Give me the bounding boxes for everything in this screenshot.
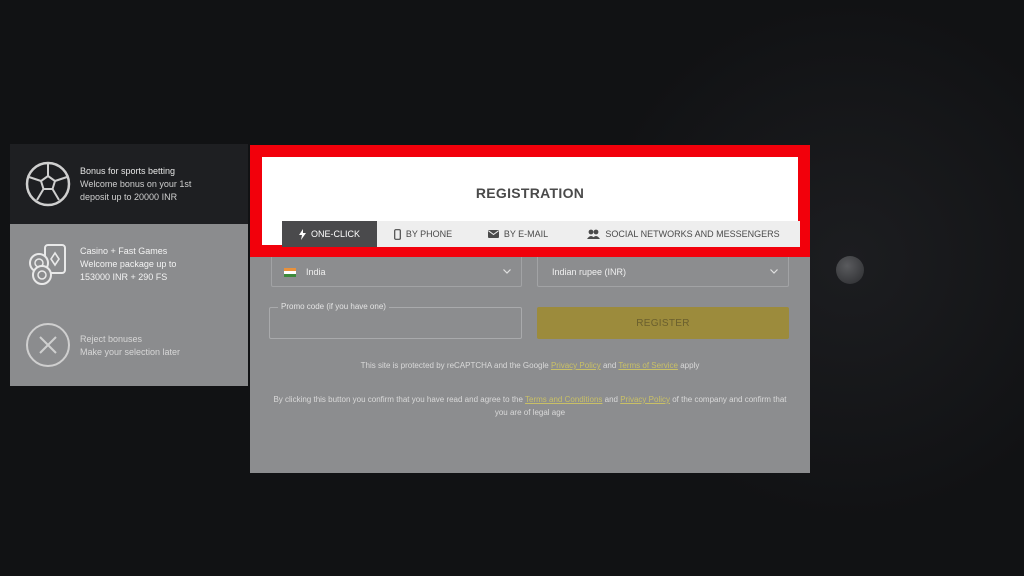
bonus-title: Bonus for sports betting <box>80 166 176 176</box>
promo-code-input[interactable]: Promo code (if you have one) <box>269 302 522 339</box>
registration-modal: REGISTRATION ONE-CLICK BY PHONE BY E-MAI… <box>250 145 810 473</box>
tab-social-networks[interactable]: SOCIAL NETWORKS AND MESSENGERS <box>567 221 800 247</box>
tab-by-email[interactable]: BY E-MAIL <box>469 221 567 247</box>
users-icon <box>587 229 601 239</box>
india-flag-icon <box>284 268 296 277</box>
note-text: apply <box>677 361 700 370</box>
bonus-desc-line: 153000 INR + 290 FS <box>80 272 168 282</box>
highlight-box: REGISTRATION ONE-CLICK BY PHONE BY E-MAI… <box>250 145 810 257</box>
tab-label: SOCIAL NETWORKS AND MESSENGERS <box>605 229 780 239</box>
currency-select[interactable]: Indian rupee (INR) <box>537 255 789 287</box>
privacy-policy-link[interactable]: Privacy Policy <box>620 395 670 404</box>
terms-and-conditions-link[interactable]: Terms and Conditions <box>525 395 602 404</box>
note-text: By clicking this button you confirm that… <box>273 395 526 404</box>
casino-chips-icon <box>24 240 72 288</box>
bonus-desc-line: Make your selection later <box>80 346 181 357</box>
bonus-desc-line: deposit up to 20000 INR <box>80 192 178 202</box>
chevron-down-icon <box>503 269 511 274</box>
registration-tabs: ONE-CLICK BY PHONE BY E-MAIL SOCIAL NETW… <box>282 221 800 247</box>
bonus-option-sports[interactable]: Bonus for sports betting Welcome bonus o… <box>10 144 248 224</box>
close-circle-icon <box>24 321 72 369</box>
promo-code-label: Promo code (if you have one) <box>278 302 389 311</box>
bonus-title: Reject bonuses <box>80 333 143 344</box>
bonus-title: Casino + Fast Games <box>80 246 168 256</box>
recaptcha-note: This site is protected by reCAPTCHA and … <box>270 359 790 372</box>
phone-icon <box>393 228 401 240</box>
note-text: and <box>600 361 619 370</box>
privacy-policy-link[interactable]: Privacy Policy <box>551 361 601 370</box>
register-button[interactable]: REGISTER <box>537 307 789 339</box>
bonus-selection-panel: Bonus for sports betting Welcome bonus o… <box>10 144 248 386</box>
lightning-icon <box>298 228 306 240</box>
note-text: This site is protected by reCAPTCHA and … <box>360 361 551 370</box>
bonus-option-reject[interactable]: Reject bonuses Make your selection later <box>10 304 248 386</box>
country-select[interactable]: India <box>271 255 522 287</box>
tab-by-phone[interactable]: BY PHONE <box>377 221 469 247</box>
terms-of-service-link[interactable]: Terms of Service <box>618 361 678 370</box>
bonus-option-casino[interactable]: Casino + Fast Games Welcome package up t… <box>10 224 248 304</box>
tab-one-click[interactable]: ONE-CLICK <box>282 221 377 247</box>
country-value: India <box>306 267 326 277</box>
background-orb <box>836 256 864 284</box>
consent-note: By clicking this button you confirm that… <box>270 393 790 419</box>
tab-label: ONE-CLICK <box>310 229 360 239</box>
tab-label: BY PHONE <box>405 229 453 239</box>
registration-title: REGISTRATION <box>475 185 585 201</box>
tab-label: BY E-MAIL <box>503 229 549 239</box>
bonus-desc-line: Welcome package up to <box>80 259 177 269</box>
chevron-down-icon <box>770 269 778 274</box>
soccer-ball-icon <box>24 160 72 208</box>
envelope-icon <box>487 230 499 238</box>
currency-value: Indian rupee (INR) <box>552 267 627 277</box>
note-text: and <box>602 395 621 404</box>
bonus-desc-line: Welcome bonus on your 1st <box>80 179 192 189</box>
